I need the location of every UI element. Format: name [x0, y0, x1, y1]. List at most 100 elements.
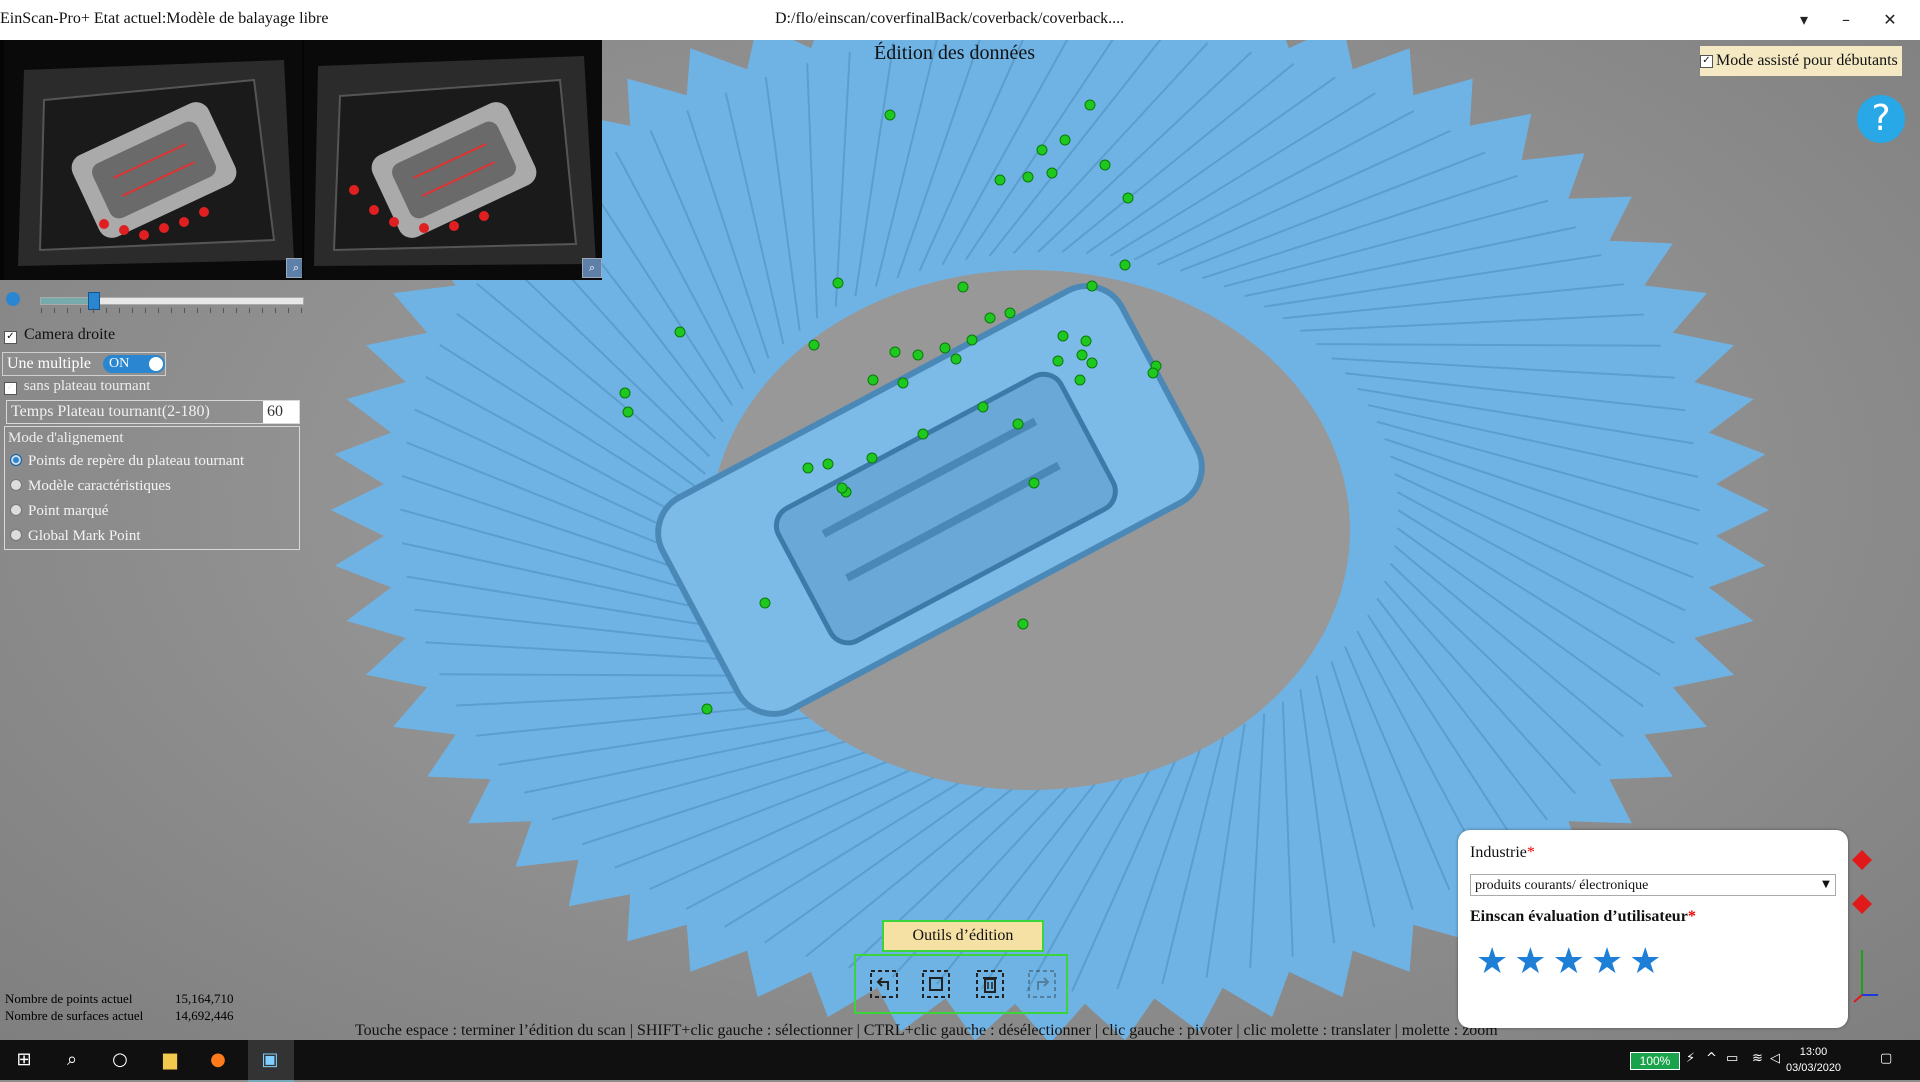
battery-indicator[interactable]: 100% [1630, 1052, 1680, 1070]
brightness-icon [6, 292, 20, 306]
file-path: D:/flo/einscan/coverfinalBack/coverback/… [775, 10, 1125, 27]
marker-point [1012, 418, 1024, 430]
turntable-time-field: Temps Plateau tournant(2-180) 60 [6, 400, 300, 424]
rating-panel: Industrie* produits courants/ électroniq… [1458, 830, 1848, 1028]
radio-icon [10, 504, 22, 516]
required-marker: * [1687, 908, 1696, 925]
delete-selection-icon[interactable] [974, 968, 1006, 1000]
search-icon[interactable]: ⌕ [60, 1048, 84, 1072]
marker-point [1057, 330, 1069, 342]
single-multiple-control: Une multiple ON [2, 352, 166, 376]
page-title: Édition des données [874, 42, 1036, 64]
marker-point [1147, 367, 1159, 379]
camera-right-checkbox[interactable]: ✓ [4, 331, 17, 344]
rating-star-icon[interactable]: ★ [1476, 942, 1508, 982]
select-region-icon[interactable] [920, 968, 952, 1000]
alignment-option-label: Modèle caractéristiques [28, 478, 171, 494]
marker-point [866, 452, 878, 464]
alignment-option-global-mark[interactable]: Global Mark Point [10, 528, 141, 545]
surfaces-count-value: 14,692,446 [175, 1008, 234, 1023]
zoom-left-camera-icon[interactable]: ⌕ [286, 258, 302, 278]
surfaces-count-label: Nombre de surfaces actuel [5, 1008, 144, 1023]
marker-point [1119, 259, 1131, 271]
marker-point [1074, 374, 1086, 386]
notifications-icon[interactable]: ▢ [1880, 1051, 1892, 1066]
chevron-down-icon[interactable]: ▾ [1790, 6, 1818, 34]
file-explorer-icon[interactable]: ▆ [158, 1048, 182, 1072]
tray-expand-icon[interactable]: ^ [1706, 1051, 1717, 1066]
marker-point [939, 342, 951, 354]
marker-point [994, 174, 1006, 186]
marker-point [802, 462, 814, 474]
alignment-option-features[interactable]: Modèle caractéristiques [10, 478, 171, 495]
marker-point [622, 406, 634, 418]
marker-point [822, 458, 834, 470]
minimize-button[interactable]: – [1832, 6, 1860, 34]
marker-point [1028, 477, 1040, 489]
marker-point [1122, 192, 1134, 204]
marker-point [984, 312, 996, 324]
alignment-option-marked-point[interactable]: Point marqué [10, 503, 108, 520]
marker-point [674, 326, 686, 338]
close-button[interactable]: ✕ [1876, 6, 1904, 34]
radio-icon [10, 529, 22, 541]
windows-start-icon[interactable]: ⊞ [12, 1048, 36, 1072]
beginner-mode-checkbox[interactable]: ✓ [1700, 54, 1713, 68]
exposure-slider[interactable] [40, 292, 304, 313]
app-title: EinScan-Pro+ Etat actuel:Modèle de balay… [0, 10, 329, 27]
camera-left-view: ⌕ [4, 40, 302, 280]
camera-right-option[interactable]: ✓ Camera droite [4, 326, 115, 344]
help-button[interactable]: ? [1857, 95, 1905, 143]
volume-icon[interactable]: ◁ [1770, 1051, 1780, 1066]
marker-point [836, 482, 848, 494]
edit-tools-label[interactable]: Outils d’édition [882, 920, 1044, 952]
alignment-option-turntable-markers[interactable]: Points de repère du plateau tournant [10, 453, 244, 470]
marker-point [759, 597, 771, 609]
zoom-right-camera-icon[interactable]: ⌕ [582, 258, 602, 278]
industry-select-value: produits courants/ électronique [1475, 878, 1649, 893]
einscan-app-icon[interactable]: ▣ [258, 1048, 282, 1072]
wifi-icon[interactable]: ≋ [1752, 1051, 1763, 1066]
turntable-option[interactable]: ✓ sans plateau tournant [4, 378, 150, 395]
points-count-label: Nombre de points actuel [5, 991, 133, 1006]
marker-point [917, 428, 929, 440]
dropdown-arrow-icon[interactable]: ▼ [1819, 878, 1833, 892]
marker-point [1099, 159, 1111, 171]
rating-star-icon[interactable]: ★ [1514, 942, 1546, 982]
battery-icon[interactable]: ▭ [1726, 1051, 1738, 1066]
slider-fill [41, 298, 94, 304]
marker-point [897, 377, 909, 389]
marker-point [950, 353, 962, 365]
rating-star-icon[interactable]: ★ [1553, 942, 1585, 982]
alignment-option-label: Point marqué [28, 503, 109, 519]
marker-point [1084, 99, 1096, 111]
redo-icon[interactable] [1026, 968, 1058, 1000]
windows-taskbar: ⊞ ⌕ ○ ▆ ● ▣ 100% ⚡ ^ ▭ ≋ ◁ 13:00 03/03/2… [0, 1040, 1920, 1082]
required-marker: * [1526, 844, 1535, 861]
single-multiple-label: Une multiple [7, 355, 91, 372]
turntable-checkbox[interactable]: ✓ [4, 382, 17, 395]
rating-star-icon[interactable]: ★ [1591, 942, 1623, 982]
marker-point [1080, 335, 1092, 347]
marker-point [832, 277, 844, 289]
system-clock[interactable]: 13:00 03/03/2020 [1786, 1044, 1841, 1076]
evaluation-label: Einscan évaluation d’utilisateur [1470, 908, 1688, 925]
turntable-time-input[interactable]: 60 [263, 401, 299, 423]
rating-star-icon[interactable]: ★ [1629, 942, 1661, 982]
single-multiple-toggle[interactable]: ON [103, 355, 165, 373]
marker-point [912, 349, 924, 361]
toggle-label: ON [109, 356, 130, 371]
firefox-icon[interactable]: ● [206, 1048, 230, 1072]
marker-point [1086, 357, 1098, 369]
alignment-option-label: Points de repère du plateau tournant [28, 453, 245, 469]
marker-point [1046, 167, 1058, 179]
marker-point [1017, 618, 1029, 630]
marker-point [619, 387, 631, 399]
beginner-mode-toggle[interactable]: ✓ Mode assisté pour débutants [1700, 46, 1902, 76]
undo-select-icon[interactable] [868, 968, 900, 1000]
power-icon[interactable]: ⚡ [1686, 1051, 1695, 1066]
industry-select[interactable]: produits courants/ électronique ▼ [1470, 874, 1836, 896]
task-view-icon[interactable]: ○ [108, 1048, 132, 1072]
star-rating[interactable]: ★ ★ ★ ★ ★ [1476, 942, 1661, 982]
industry-label: Industrie [1470, 844, 1527, 861]
